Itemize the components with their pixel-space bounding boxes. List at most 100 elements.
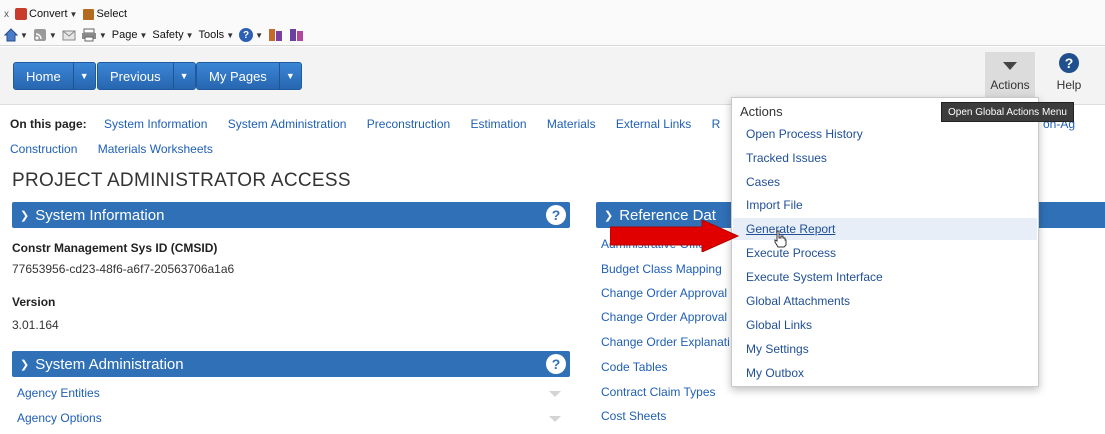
help-button[interactable]: ? Help <box>1044 52 1094 100</box>
chevron-down-icon: ❯ <box>20 209 30 222</box>
tools-menu-label: Tools <box>198 29 225 41</box>
my-pages-nav-label[interactable]: My Pages <box>197 63 279 89</box>
chevron-down-icon: ▼ <box>20 30 28 40</box>
chevron-down-icon[interactable]: ▼ <box>172 63 195 89</box>
safety-menu[interactable]: Safety ▼ <box>152 29 193 41</box>
page-menu[interactable]: Page ▼ <box>112 29 148 41</box>
chevron-down-icon: ▼ <box>255 30 264 40</box>
system-administration-panel-header[interactable]: ❯ System Administration ? <box>12 351 570 377</box>
cmsid-label: Constr Management Sys ID (CMSID) <box>12 241 218 255</box>
link-code-tables[interactable]: Code Tables <box>601 360 668 374</box>
link-construction[interactable]: Construction <box>10 142 77 156</box>
pdf-convert-icon <box>15 8 27 20</box>
help-label: Help <box>1056 78 1082 92</box>
convert-button[interactable]: Convert ▼ <box>15 8 77 20</box>
close-icon[interactable]: x <box>4 9 9 20</box>
menu-item-open-process-history[interactable]: Open Process History <box>733 123 1037 145</box>
chevron-down-icon: ❯ <box>20 358 30 371</box>
system-information-panel-header[interactable]: ❯ System Information ? <box>12 202 570 228</box>
link-cost-sheets[interactable]: Cost Sheets <box>601 409 666 423</box>
chevron-down-icon: ▼ <box>98 30 107 40</box>
on-this-page-row2: Construction Materials Worksheets <box>10 137 737 162</box>
home-toolbar-button[interactable]: ▼ <box>4 28 28 42</box>
rss-feed-icon <box>33 29 46 41</box>
home-icon <box>4 28 18 42</box>
system-administration-title: System Administration <box>35 355 184 373</box>
page-title: PROJECT ADMINISTRATOR ACCESS <box>12 170 351 191</box>
select-label: Select <box>96 8 128 20</box>
browser-toolbar: x Convert ▼ Select ▼ ▼ ▼ Page ▼ Safety ▼… <box>0 0 1105 46</box>
menu-item-my-outbox[interactable]: My Outbox <box>733 362 1037 384</box>
previous-nav-label[interactable]: Previous <box>98 63 173 89</box>
red-arrow-annotation <box>610 220 740 252</box>
expand-triangle-icon[interactable] <box>549 391 561 397</box>
link-agency-entities[interactable]: Agency Entities <box>17 386 100 400</box>
safety-menu-label: Safety <box>152 29 184 41</box>
print-toolbar-button[interactable]: ▼ <box>81 28 107 42</box>
tools-menu[interactable]: Tools ▼ <box>199 29 235 41</box>
link-change-order-explanation[interactable]: Change Order Explanati <box>601 335 730 349</box>
convert-label: Convert <box>29 8 68 20</box>
my-pages-nav-button[interactable]: My Pages ▼ <box>196 62 302 90</box>
actions-label: Actions <box>990 78 1030 92</box>
link-external-links[interactable]: External Links <box>616 117 691 131</box>
link-system-information[interactable]: System Information <box>104 117 207 131</box>
chevron-down-icon[interactable]: ▼ <box>278 63 301 89</box>
printer-icon <box>81 28 96 42</box>
menu-item-tracked-issues[interactable]: Tracked Issues <box>733 147 1037 169</box>
help-icon: ? <box>239 28 254 42</box>
help-icon[interactable]: ? <box>546 354 566 374</box>
system-information-title: System Information <box>35 206 165 224</box>
chevron-down-icon: ▼ <box>48 30 57 40</box>
menu-item-cases[interactable]: Cases <box>733 171 1037 193</box>
chevron-down-icon: ▼ <box>69 9 78 19</box>
chevron-down-icon: ▼ <box>139 30 148 40</box>
chevron-down-icon: ▼ <box>185 30 194 40</box>
browser-toolbar-row1: x Convert ▼ Select <box>4 6 127 22</box>
actions-menu-button[interactable]: Actions <box>985 52 1035 100</box>
link-contract-claim-types[interactable]: Contract Claim Types <box>601 385 716 399</box>
version-label: Version <box>12 295 56 309</box>
reference-data-panel-header-tail <box>1039 202 1105 228</box>
link-estimation[interactable]: Estimation <box>471 117 527 131</box>
page-menu-label: Page <box>111 29 138 41</box>
link-truncated[interactable]: R <box>712 117 721 131</box>
version-value: 3.01.164 <box>12 318 59 332</box>
menu-item-global-attachments[interactable]: Global Attachments <box>733 290 1037 312</box>
on-this-page-row1: On this page: System Information System … <box>10 112 737 137</box>
on-this-page-nav: On this page: System Information System … <box>10 112 737 162</box>
translate-icon[interactable] <box>289 28 305 42</box>
help-icon[interactable]: ? <box>546 205 566 225</box>
link-preconstruction[interactable]: Preconstruction <box>367 117 450 131</box>
actions-menu-title: Actions <box>740 104 783 119</box>
cmsid-value: 77653956-cd23-48f6-a6f7-20563706a1a6 <box>12 262 235 276</box>
browser-help-button[interactable]: ? ▼ <box>239 28 263 42</box>
menu-item-execute-system-interface[interactable]: Execute System Interface <box>733 266 1037 288</box>
tooltip: Open Global Actions Menu <box>941 102 1074 122</box>
mail-icon[interactable] <box>62 28 76 42</box>
caret-down-icon <box>1003 62 1017 70</box>
research-icon[interactable] <box>268 28 284 42</box>
home-nav-label[interactable]: Home <box>14 63 73 89</box>
link-change-order-approval-2[interactable]: Change Order Approval <box>601 310 727 324</box>
hand-cursor-icon <box>774 230 787 248</box>
link-materials[interactable]: Materials <box>547 117 596 131</box>
chevron-down-icon[interactable]: ▼ <box>72 63 95 89</box>
home-nav-button[interactable]: Home ▼ <box>13 62 96 90</box>
select-icon <box>83 8 95 20</box>
menu-item-import-file[interactable]: Import File <box>733 194 1037 216</box>
link-budget-class-mapping[interactable]: Budget Class Mapping <box>601 262 722 276</box>
select-button[interactable]: Select <box>83 8 127 20</box>
feeds-toolbar-button[interactable]: ▼ <box>33 28 57 42</box>
chevron-down-icon: ▼ <box>226 30 235 40</box>
menu-item-my-settings[interactable]: My Settings <box>733 338 1037 360</box>
on-this-page-label: On this page: <box>10 117 87 131</box>
previous-nav-button[interactable]: Previous ▼ <box>97 62 196 90</box>
link-change-order-approval-1[interactable]: Change Order Approval <box>601 286 727 300</box>
expand-triangle-icon[interactable] <box>549 416 561 422</box>
link-agency-options[interactable]: Agency Options <box>17 411 102 425</box>
link-materials-worksheets[interactable]: Materials Worksheets <box>98 142 213 156</box>
link-system-administration[interactable]: System Administration <box>228 117 347 131</box>
menu-item-global-links[interactable]: Global Links <box>733 314 1037 336</box>
browser-toolbar-row2: ▼ ▼ ▼ Page ▼ Safety ▼ Tools ▼ ? ▼ <box>4 26 305 44</box>
